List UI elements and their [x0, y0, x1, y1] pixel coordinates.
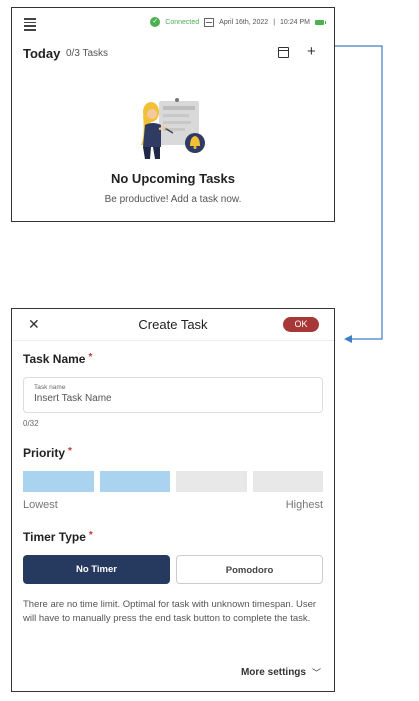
priority-label: Priority * — [23, 446, 72, 460]
pomodoro-button[interactable]: Pomodoro — [176, 555, 323, 584]
empty-state-subtitle: Be productive! Add a task now. — [104, 194, 242, 205]
required-marker: * — [88, 530, 93, 541]
no-timer-button[interactable]: No Timer — [23, 555, 170, 584]
add-task-button[interactable]: + — [307, 43, 316, 60]
hamburger-menu-icon[interactable] — [24, 18, 36, 31]
priority-selector[interactable] — [23, 471, 323, 492]
timer-type-label: Timer Type * — [23, 530, 93, 544]
chevron-down-icon: ﹀ — [311, 668, 321, 678]
status-time: 10:24 PM — [280, 18, 310, 26]
character-counter: 0/32 — [23, 419, 39, 428]
task-name-input[interactable]: Task name Insert Task Name — [23, 377, 323, 413]
priority-segment[interactable] — [176, 471, 247, 492]
priority-label-text: Priority — [23, 446, 66, 460]
task-name-floating-label: Task name — [34, 384, 66, 391]
empty-state-title: No Upcoming Tasks — [110, 171, 235, 186]
task-name-label: Task Name * — [23, 352, 92, 366]
task-count: 0/3 Tasks — [66, 48, 109, 59]
priority-segment[interactable] — [252, 471, 323, 492]
home-screen: ✓ Connected April 16th, 2022 | 10:24 PM … — [11, 7, 335, 222]
scan-icon — [204, 17, 215, 27]
calendar-icon[interactable] — [278, 47, 289, 58]
status-date: April 16th, 2022 — [219, 18, 269, 26]
battery-icon — [315, 19, 326, 25]
priority-highest-label: Highest — [285, 499, 323, 511]
timer-description: There are no time limit. Optimal for tas… — [23, 599, 317, 624]
connection-status: Connected — [165, 18, 200, 26]
create-task-screen: ✕ Create Task OK Task Name * Task name In… — [11, 308, 335, 692]
more-settings-label: More settings — [240, 667, 306, 678]
task-name-placeholder: Insert Task Name — [34, 393, 112, 404]
ok-button[interactable]: OK — [283, 317, 319, 332]
task-name-label-text: Task Name — [23, 352, 86, 366]
check-circle-icon: ✓ — [150, 17, 161, 27]
status-separator: | — [273, 18, 276, 26]
timer-type-label-text: Timer Type — [23, 530, 86, 544]
modal-header: ✕ Create Task OK — [12, 309, 334, 341]
more-settings-button[interactable]: More settings ﹀ — [241, 666, 321, 679]
status-indicators: ✓ Connected April 16th, 2022 | 10:24 PM — [150, 17, 326, 27]
priority-lowest-label: Lowest — [23, 499, 58, 511]
priority-segment[interactable] — [99, 471, 170, 492]
status-bar: ✓ Connected April 16th, 2022 | 10:24 PM — [12, 8, 334, 36]
priority-segment[interactable] — [23, 471, 94, 492]
required-marker: * — [88, 352, 93, 363]
required-marker: * — [68, 446, 72, 457]
empty-state-illustration — [141, 98, 205, 159]
page-title: Today — [23, 46, 61, 61]
